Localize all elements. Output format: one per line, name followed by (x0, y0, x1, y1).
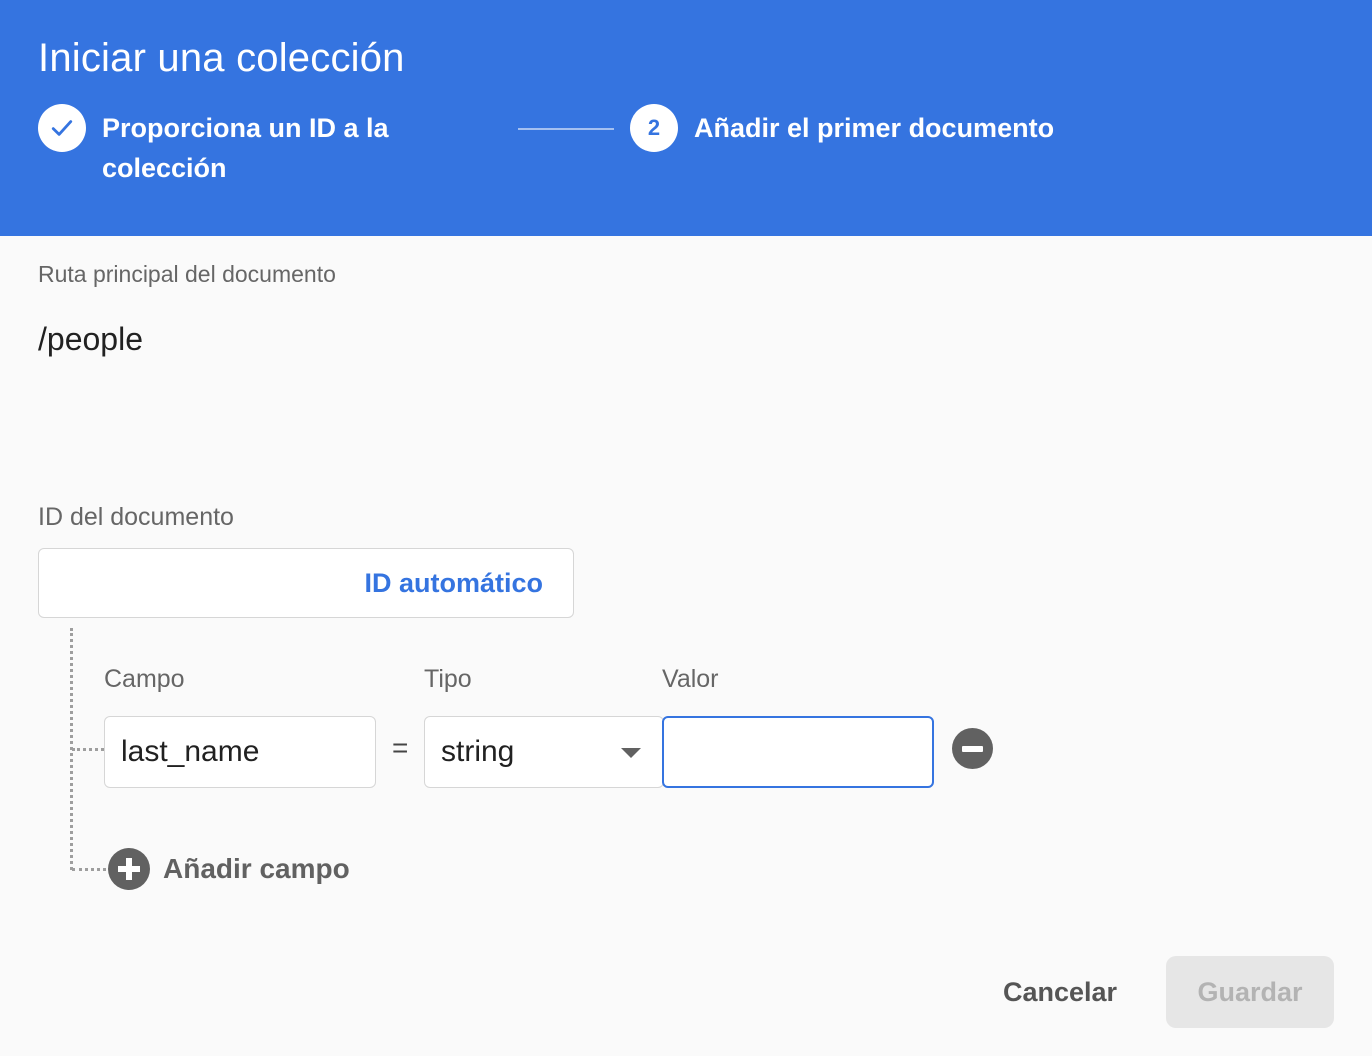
dropdown-arrow-icon (621, 748, 641, 758)
field-column-header: Campo (104, 665, 185, 693)
minus-circle-icon (962, 745, 983, 752)
start-collection-dialog: Iniciar una colección Proporciona un ID … (0, 0, 1372, 1056)
step-2-indicator: 2 (630, 104, 678, 152)
tree-connector-add (72, 868, 106, 871)
document-id-label: ID del documento (38, 503, 234, 531)
step-2-number: 2 (647, 115, 661, 140)
step-2-label: Añadir el primer documento (694, 113, 1055, 143)
type-select-value: string (441, 735, 515, 768)
document-path-value: /people (38, 321, 143, 357)
step-1-completed-indicator (38, 104, 86, 152)
auto-id-button[interactable]: ID automático (364, 565, 543, 601)
document-path-label: Ruta principal del documento (38, 261, 336, 287)
field-name-input[interactable] (104, 716, 376, 788)
type-column-header: Tipo (424, 665, 472, 693)
remove-field-button[interactable] (952, 728, 993, 769)
step-1-label: Proporciona un ID a la colección (102, 113, 389, 183)
field-value-input[interactable] (662, 716, 934, 788)
add-circle-icon (108, 848, 150, 890)
type-select[interactable]: string (424, 716, 664, 788)
value-column-header: Valor (662, 665, 719, 693)
add-field-label: Añadir campo (163, 853, 350, 884)
dialog-header: Iniciar una colección Proporciona un ID … (0, 0, 1372, 236)
save-button[interactable]: Guardar (1166, 956, 1334, 1028)
check-icon (51, 120, 73, 136)
step-connector (518, 128, 614, 130)
tree-connector-field (72, 748, 104, 751)
document-id-input[interactable]: ID automático (38, 548, 574, 618)
dialog-title: Iniciar una colección (38, 36, 405, 80)
equals-sign: = (392, 732, 409, 763)
cancel-button[interactable]: Cancelar (990, 958, 1130, 1026)
